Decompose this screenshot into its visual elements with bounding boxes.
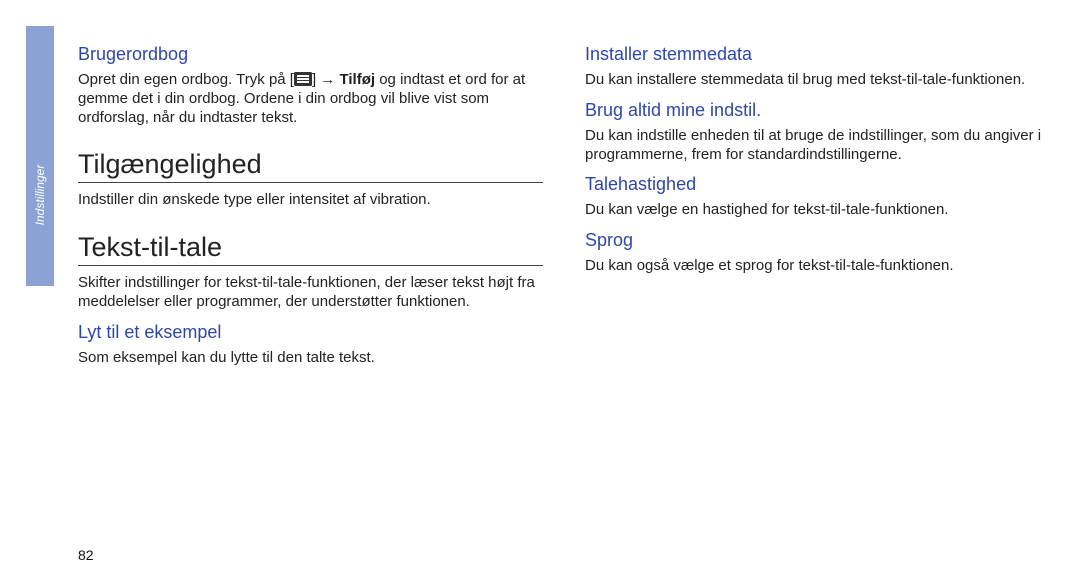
side-tab-label: Indstillinger [33, 165, 47, 226]
text-fragment: ] → [312, 71, 340, 88]
heading-installer-stemmedata: Installer stemmedata [585, 44, 1050, 65]
para-brug-altid: Du kan indstille enheden til at bruge de… [585, 127, 1050, 165]
heading-talehastighed: Talehastighed [585, 174, 1050, 195]
rule [78, 182, 543, 183]
para-talehastighed: Du kan vælge en hastighed for tekst-til-… [585, 201, 1050, 220]
side-tab: Indstillinger [26, 26, 54, 286]
para-brugerordbog: Opret din egen ordbog. Tryk på [ ] → Til… [78, 71, 543, 127]
menu-icon [294, 72, 312, 86]
heading-sprog: Sprog [585, 230, 1050, 251]
heading-tilgaengelighed: Tilgængelighed [78, 149, 543, 180]
para-tekst-til-tale: Skifter indstillinger for tekst-til-tale… [78, 274, 543, 312]
heading-lyt-eksempel: Lyt til et eksempel [78, 322, 543, 343]
right-column: Installer stemmedata Du kan installere s… [585, 36, 1050, 565]
text-fragment: Opret din egen ordbog. Tryk på [ [78, 71, 294, 88]
text-bold-tilfoj: Tilføj [339, 71, 375, 88]
content-columns: Brugerordbog Opret din egen ordbog. Tryk… [78, 36, 1050, 565]
page-number: 82 [78, 547, 94, 563]
para-sprog: Du kan også vælge et sprog for tekst-til… [585, 257, 1050, 276]
page: Indstillinger Brugerordbog Opret din ege… [0, 0, 1080, 585]
heading-tekst-til-tale: Tekst-til-tale [78, 232, 543, 263]
heading-brug-altid: Brug altid mine indstil. [585, 100, 1050, 121]
heading-brugerordbog: Brugerordbog [78, 44, 543, 65]
rule [78, 265, 543, 266]
para-tilgaengelighed: Indstiller din ønskede type eller intens… [78, 191, 543, 210]
para-lyt-eksempel: Som eksempel kan du lytte til den talte … [78, 349, 543, 368]
para-installer-stemmedata: Du kan installere stemmedata til brug me… [585, 71, 1050, 90]
left-column: Brugerordbog Opret din egen ordbog. Tryk… [78, 36, 543, 565]
